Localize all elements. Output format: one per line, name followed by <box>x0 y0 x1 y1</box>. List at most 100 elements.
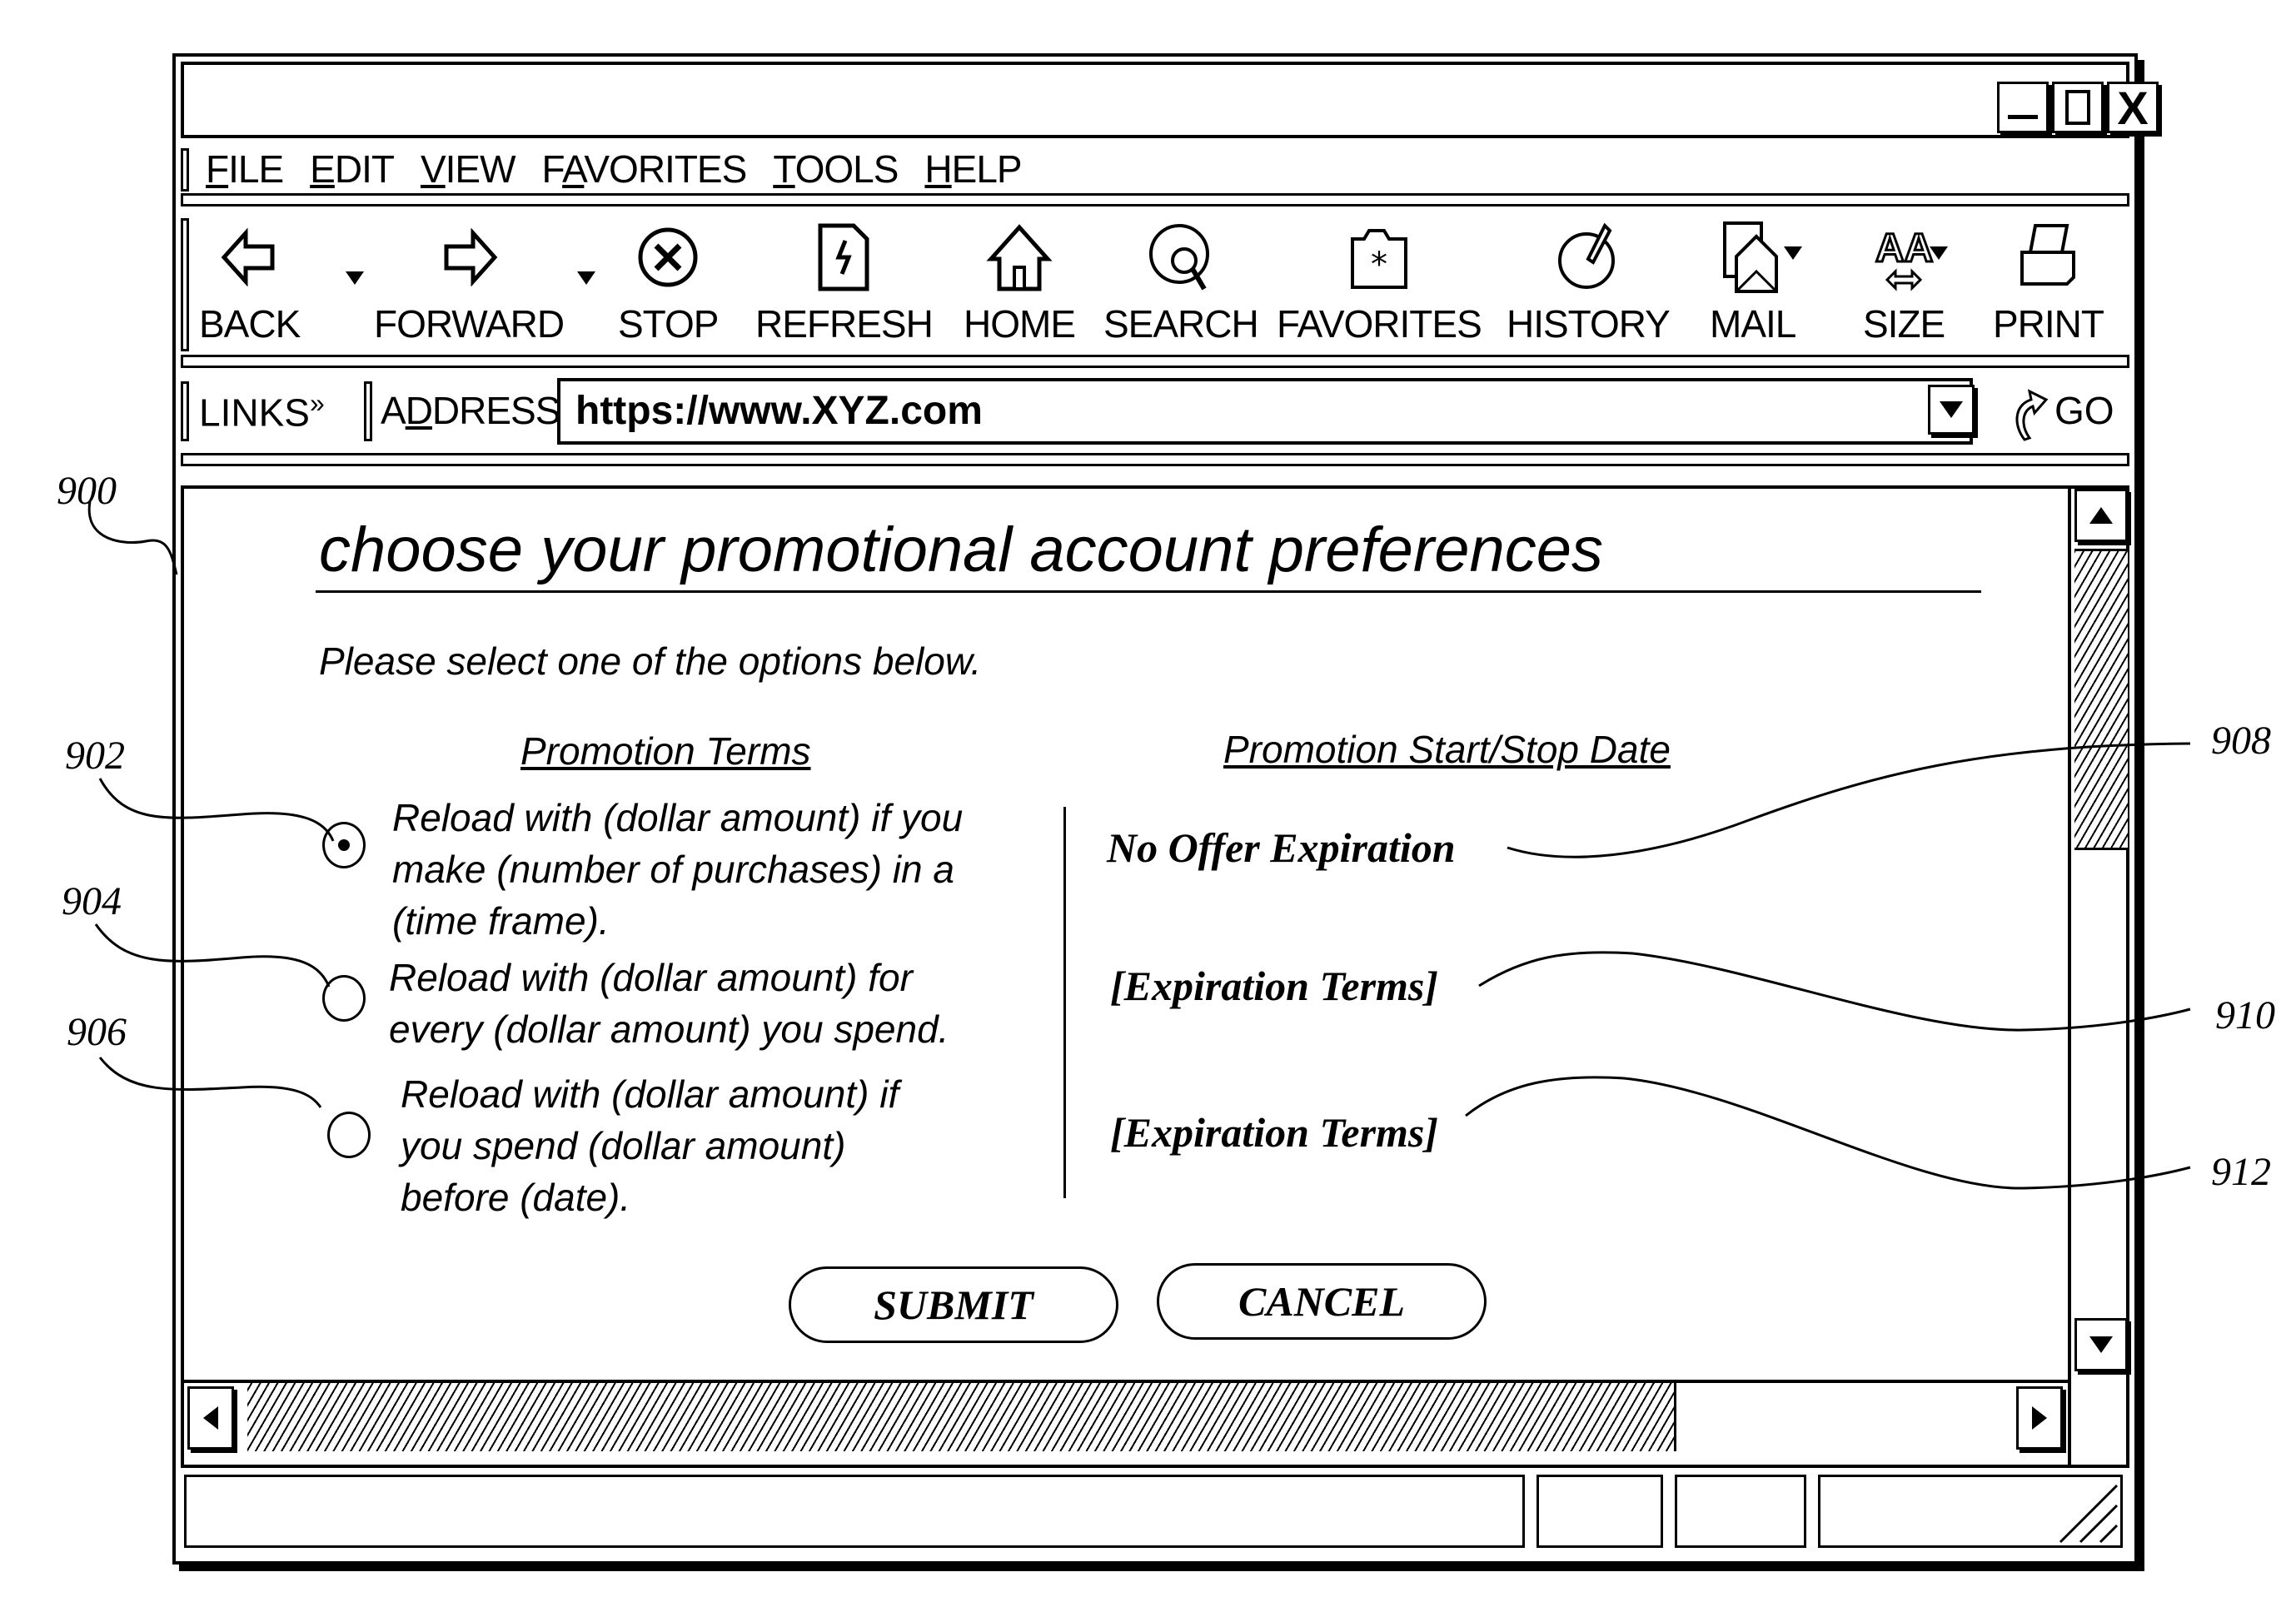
radio-selected-dot <box>338 839 350 851</box>
favorites-icon: * <box>1346 220 1412 295</box>
menu-view[interactable]: VIEW <box>421 147 516 192</box>
option-2-text[interactable]: Reload with (dollar amount) for every (d… <box>389 952 949 1055</box>
mail-icon <box>1720 220 1786 295</box>
address-input[interactable]: https://www.XYZ.com <box>557 378 1973 445</box>
scroll-down-button[interactable] <box>2074 1318 2128 1371</box>
address-label: ADDRESS <box>381 389 560 432</box>
instruction-text: Please select one of the options below. <box>319 639 982 683</box>
expiration-3: [Expiration Terms] <box>1110 1109 1439 1156</box>
callout-902: 902 <box>65 734 125 778</box>
go-arrow-icon <box>2015 389 2049 441</box>
menu-bar: FILE EDIT VIEW FAVORITES TOOLS HELP <box>181 143 2129 195</box>
status-cell-2 <box>1536 1475 1663 1548</box>
status-text-cell <box>184 1475 1525 1548</box>
back-button[interactable]: BACK <box>199 220 301 346</box>
toolbar-separator <box>181 355 2129 368</box>
home-button[interactable]: HOME <box>964 220 1076 346</box>
history-button[interactable]: HISTORY <box>1507 220 1671 346</box>
cancel-button[interactable]: CANCEL <box>1157 1263 1487 1340</box>
search-button[interactable]: SEARCH <box>1103 220 1259 346</box>
option-1-radio[interactable] <box>322 822 366 868</box>
callout-906: 906 <box>67 1010 127 1054</box>
menu-favorites[interactable]: FAVORITES <box>542 147 748 192</box>
forward-button[interactable]: FORWARD <box>374 220 565 346</box>
page-content: choose your promotional account preferen… <box>181 485 2129 1468</box>
maximize-button[interactable] <box>2052 82 2104 133</box>
callout-908: 908 <box>2211 719 2271 763</box>
menu-file[interactable]: FILE <box>206 147 284 192</box>
menu-separator <box>181 193 2129 206</box>
menu-edit[interactable]: EDIT <box>310 147 395 192</box>
home-icon <box>986 220 1053 295</box>
address-row: LINKS» ADDRESS https://www.XYZ.com GO <box>181 373 2129 450</box>
expiration-2: [Expiration Terms] <box>1110 963 1439 1009</box>
expiration-1: No Offer Expiration <box>1107 824 1456 871</box>
callout-904: 904 <box>62 879 122 923</box>
menu-tools[interactable]: TOOLS <box>773 147 899 192</box>
option-1-text[interactable]: Reload with (dollar amount) if you make … <box>392 792 963 947</box>
chevron-down-icon <box>2089 1336 2113 1353</box>
links-button[interactable]: LINKS» <box>199 388 325 435</box>
chevron-right-icon <box>2032 1406 2047 1430</box>
column-divider <box>1063 807 1066 1198</box>
back-arrow-icon <box>221 220 279 295</box>
links-grip[interactable] <box>181 381 189 441</box>
search-icon <box>1146 220 1216 295</box>
back-dropdown-icon[interactable] <box>346 271 364 285</box>
page-title: choose your promotional account preferen… <box>319 515 1604 585</box>
print-button[interactable]: PRINT <box>1993 220 2104 346</box>
maximize-icon <box>2065 90 2090 125</box>
chevron-down-icon <box>1940 401 1963 418</box>
favorites-button[interactable]: * FAVORITES <box>1277 220 1482 346</box>
links-chevron-icon: » <box>309 388 325 418</box>
horizontal-scrollbar[interactable] <box>184 1380 2068 1455</box>
menu-grip[interactable] <box>181 148 189 192</box>
size-dropdown-icon[interactable] <box>1930 246 1948 260</box>
callout-910: 910 <box>2215 993 2275 1037</box>
title-bar: X <box>181 62 2159 138</box>
scroll-up-button[interactable] <box>2074 489 2128 542</box>
toolbar: BACK FORWARD STOP REFRESH HOME SEARCH * … <box>181 211 2129 355</box>
minimize-icon <box>2008 114 2038 119</box>
address-dropdown-button[interactable] <box>1928 385 1975 435</box>
close-button[interactable]: X <box>2107 82 2159 134</box>
svg-text:*: * <box>1371 246 1387 284</box>
svg-text:AA: AA <box>1875 226 1933 271</box>
size-button[interactable]: AA SIZE <box>1863 220 1945 346</box>
status-bar <box>181 1471 2129 1555</box>
promotion-terms-header: Promotion Terms <box>520 729 811 773</box>
chevron-up-icon <box>2089 507 2113 524</box>
option-3-text[interactable]: Reload with (dollar amount) if you spend… <box>401 1068 899 1223</box>
forward-dropdown-icon[interactable] <box>577 271 595 285</box>
stop-icon <box>635 220 701 295</box>
history-icon <box>1555 220 1621 295</box>
mail-dropdown-icon[interactable] <box>1784 246 1802 260</box>
title-rule <box>316 590 1981 593</box>
vertical-scroll-thumb[interactable] <box>2074 549 2128 850</box>
submit-button[interactable]: SUBMIT <box>789 1266 1118 1343</box>
status-cell-4 <box>1818 1475 2123 1548</box>
refresh-button[interactable]: REFRESH <box>755 220 934 346</box>
callout-900: 900 <box>57 469 117 513</box>
address-grip[interactable] <box>364 381 372 441</box>
scroll-right-button[interactable] <box>2016 1386 2063 1450</box>
scroll-left-button[interactable] <box>187 1386 234 1450</box>
resize-grip-icon[interactable] <box>2052 1477 2119 1544</box>
font-size-icon: AA <box>1870 220 1937 295</box>
print-icon <box>2015 220 2082 295</box>
horizontal-scroll-thumb[interactable] <box>247 1383 1676 1451</box>
stop-button[interactable]: STOP <box>618 220 719 346</box>
toolbar-grip[interactable] <box>181 218 189 351</box>
forward-arrow-icon <box>440 220 498 295</box>
vertical-scrollbar[interactable] <box>2068 485 2129 1468</box>
address-separator <box>181 453 2129 466</box>
chevron-left-icon <box>203 1406 218 1430</box>
go-button[interactable]: GO <box>2010 375 2114 441</box>
option-2-radio[interactable] <box>322 975 366 1022</box>
mail-button[interactable]: MAIL <box>1710 220 1796 346</box>
refresh-icon <box>817 220 870 295</box>
menu-help[interactable]: HELP <box>924 147 1022 192</box>
option-3-radio[interactable] <box>327 1112 371 1158</box>
callout-912: 912 <box>2211 1150 2271 1194</box>
minimize-button[interactable] <box>1997 82 2049 133</box>
